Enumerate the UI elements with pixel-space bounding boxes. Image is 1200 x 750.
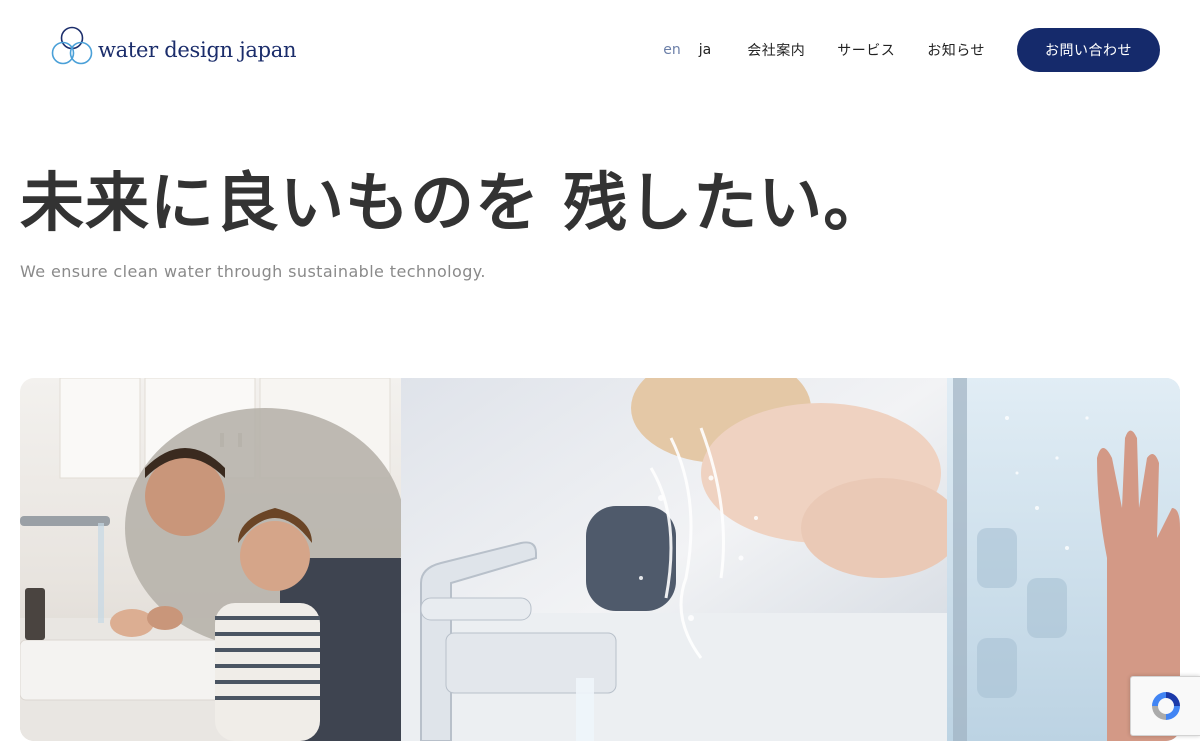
- nav-company-link[interactable]: 会社案内: [747, 40, 805, 60]
- lang-ja-link[interactable]: ja: [699, 42, 711, 58]
- hero-title: 未来に良いものを 残したい。: [20, 167, 889, 241]
- recaptcha-icon: [1151, 692, 1180, 720]
- hero-subtitle: We ensure clean water through sustainabl…: [20, 262, 486, 281]
- site-header: water design japan en ja 会社案内 サービス お知らせ …: [0, 0, 1200, 100]
- hero-image-banner: [20, 378, 1180, 741]
- water-rings-logo-icon: [51, 26, 93, 65]
- nav-news-link[interactable]: お知らせ: [927, 40, 985, 60]
- father-child-washing-hands-photo: [20, 378, 401, 741]
- recaptcha-badge[interactable]: [1130, 676, 1200, 736]
- face-washing-splash-photo: [401, 378, 947, 741]
- nav-services-link[interactable]: サービス: [837, 40, 895, 60]
- lang-en-link[interactable]: en: [663, 42, 681, 58]
- main-nav: en ja 会社案内 サービス お知らせ お問い合わせ: [663, 28, 1160, 72]
- brand-name: water design japan: [98, 38, 297, 62]
- contact-button[interactable]: お問い合わせ: [1017, 28, 1160, 72]
- logo-link[interactable]: water design japan: [50, 26, 297, 68]
